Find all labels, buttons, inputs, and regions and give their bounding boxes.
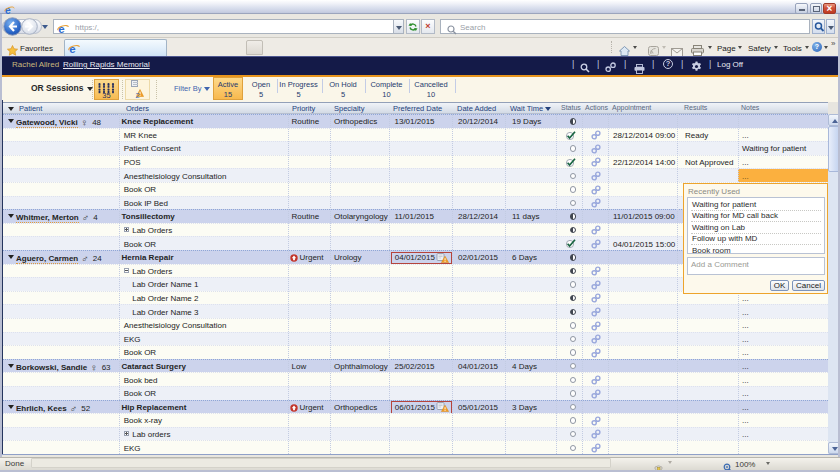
- svg-text:e: e: [58, 23, 64, 35]
- svg-text:e: e: [69, 43, 75, 55]
